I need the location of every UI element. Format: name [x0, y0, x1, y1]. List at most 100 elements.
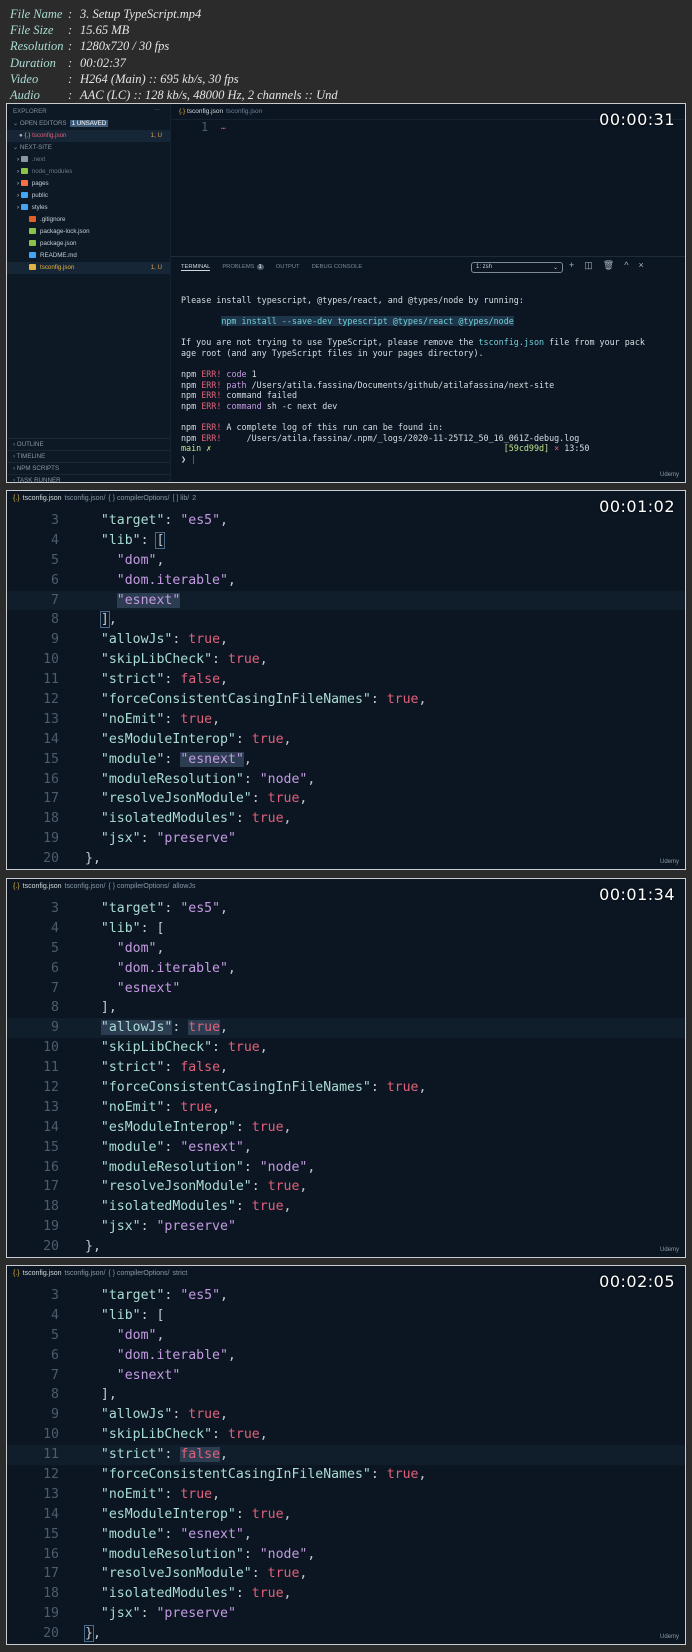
line-number: 18	[43, 1199, 59, 1215]
open-editor-item[interactable]: ● {.} tsconfig.json 1, U	[7, 130, 170, 142]
breadcrumb[interactable]: tsconfig.json	[226, 108, 262, 115]
breadcrumb-item[interactable]: { } compilerOptions/	[108, 883, 169, 890]
code-token: true	[180, 1099, 213, 1115]
code-line: 11 "strict": false,	[7, 1445, 685, 1466]
file-icon	[29, 240, 36, 247]
code-editor[interactable]: 3 "target": "es5", 4 "lib": [5 "dom", 6 "d…	[7, 899, 685, 1257]
code-line: 4 "lib": [	[7, 1306, 685, 1326]
breadcrumb-item[interactable]: tsconfig.json/	[65, 1270, 106, 1277]
tree-item[interactable]: README.md	[7, 250, 170, 262]
tree-item[interactable]: › node_modules	[7, 166, 170, 178]
chevron-up-icon[interactable]: ^	[624, 260, 628, 271]
timestamp: 00:01:34	[599, 885, 675, 904]
code-token: "lib"	[100, 1307, 141, 1323]
breadcrumb-item[interactable]: allowJs	[173, 883, 196, 890]
tab-debug-console[interactable]: DEBUG CONSOLE	[312, 264, 363, 271]
more-icon[interactable]: ···	[154, 106, 160, 113]
code-token: "forceConsistentCasingInFileNames"	[100, 1080, 371, 1096]
code-editor[interactable]: 3 "target": "es5", 4 "lib": [5 "dom", 6 "d…	[7, 1286, 685, 1644]
sidebar-section[interactable]: › TASK RUNNER	[7, 474, 170, 482]
prompt-icon: ❯	[181, 453, 187, 464]
code-line: 16 "moduleResolution": "node",	[7, 770, 685, 790]
tab-tsconfig[interactable]: tsconfig.json	[187, 108, 223, 115]
code-token: :	[164, 1139, 181, 1155]
shell-select[interactable]: 1: zsh ⌄	[471, 262, 563, 273]
code-token: false	[180, 672, 221, 688]
code-token: "module"	[100, 1526, 165, 1542]
code-token: }	[84, 1625, 94, 1643]
terminal-filename: tsconfig.json	[478, 337, 545, 348]
breadcrumb-item[interactable]: tsconfig.json	[23, 495, 62, 502]
breadcrumb-item[interactable]: tsconfig.json/	[65, 495, 106, 502]
udemy-watermark: Udemy	[659, 859, 679, 865]
code-token: true	[386, 692, 419, 708]
sidebar-section[interactable]: › TIMELINE	[7, 450, 170, 462]
tab-problems[interactable]: PROBLEMS 1	[222, 264, 264, 271]
npm: npm	[181, 379, 197, 390]
close-icon[interactable]: ×	[638, 260, 643, 271]
breadcrumb-item[interactable]: tsconfig.json	[23, 1270, 62, 1277]
code-token: :	[172, 1407, 189, 1423]
udemy-watermark: Udemy	[659, 1247, 679, 1253]
tree-item[interactable]: › styles	[7, 202, 170, 214]
code-token: true	[251, 811, 284, 827]
code-token: "skipLibCheck"	[100, 1427, 213, 1443]
tree-item[interactable]: tsconfig.json 1, U	[7, 262, 170, 274]
split-icon[interactable]: ◫	[584, 260, 593, 271]
breadcrumb-item[interactable]: [ ] lib/	[173, 495, 190, 502]
tree-item[interactable]: .gitignore	[7, 214, 170, 226]
open-editors-header[interactable]: ⌄ OPEN EDITORS 1 UNSAVED	[7, 118, 170, 130]
file-status: 1, U	[150, 132, 162, 139]
code-line: 6 "dom.iterable",	[7, 1346, 685, 1366]
code-token: ]	[99, 611, 110, 629]
terminal-output[interactable]: Please install typescript, @types/react,…	[181, 295, 645, 465]
code-line: 7 "esnext"	[7, 979, 685, 999]
line-number: 19	[43, 831, 59, 847]
breadcrumb-item[interactable]: tsconfig.json/	[65, 883, 106, 890]
sidebar-section[interactable]: › OUTLINE	[7, 438, 170, 450]
breadcrumb-item[interactable]: { } compilerOptions/	[108, 495, 169, 502]
line-number: 15	[43, 1526, 59, 1542]
timestamp: 00:00:31	[599, 110, 675, 129]
code-token: "moduleResolution"	[100, 1159, 244, 1175]
line-number: 10	[43, 1040, 59, 1056]
err-key: command	[226, 400, 262, 411]
problems-count: 1	[256, 264, 264, 270]
code-line: 10 "skipLibCheck": true,	[7, 1038, 685, 1058]
project-header[interactable]: ⌄ NEXT-SITE	[7, 142, 170, 154]
code-token: "module"	[100, 751, 165, 767]
tree-item[interactable]: › .next	[7, 154, 170, 166]
explorer-title: EXPLORER	[13, 108, 47, 115]
sidebar-section[interactable]: › NPM SCRIPTS	[7, 462, 170, 474]
plus-icon[interactable]: +	[569, 260, 574, 271]
tab-output[interactable]: OUTPUT	[276, 264, 300, 271]
breadcrumb-item[interactable]: { } compilerOptions/	[108, 1270, 169, 1277]
trash-icon[interactable]: 🗑	[603, 260, 614, 271]
breadcrumb-item[interactable]: strict	[173, 1270, 188, 1277]
code-token: ,	[283, 1506, 292, 1522]
tree-item[interactable]: package.json	[7, 238, 170, 250]
tree-item[interactable]: › pages	[7, 178, 170, 190]
breadcrumb-item[interactable]: tsconfig.json	[23, 883, 62, 890]
breadcrumb-item[interactable]: 2	[192, 495, 196, 502]
tree-item[interactable]: package-lock.json	[7, 226, 170, 238]
line-number: 18	[43, 1586, 59, 1602]
tree-item[interactable]: › public	[7, 190, 170, 202]
tab-terminal[interactable]: TERMINAL	[181, 264, 211, 271]
code-token: "noEmit"	[100, 1486, 165, 1502]
line-number: 20	[43, 1239, 59, 1255]
err-val: command failed	[221, 390, 297, 401]
code-token: ,	[243, 751, 252, 767]
line-number: 7	[51, 1367, 59, 1383]
code-editor[interactable]: 3 "target": "es5", 4 "lib": [5 "dom", 6 "d…	[7, 511, 685, 869]
info-label: Audio	[10, 88, 40, 103]
